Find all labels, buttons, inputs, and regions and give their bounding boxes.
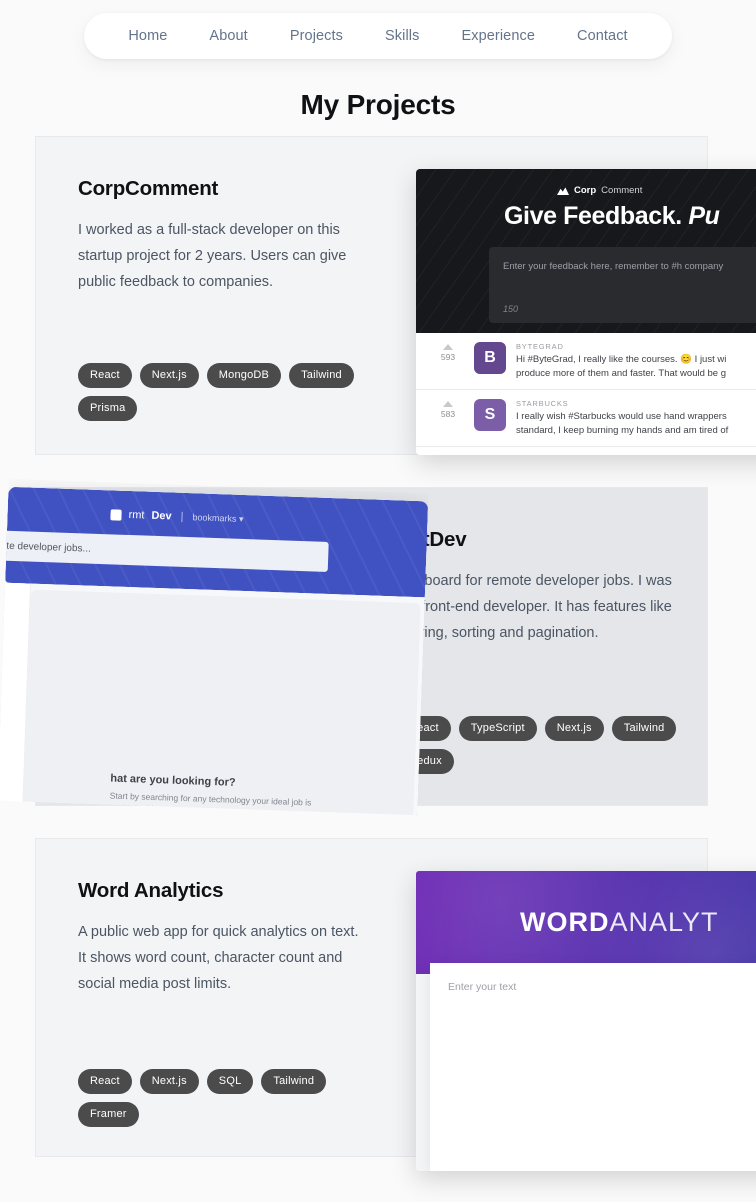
upvote-control[interactable]: 593 <box>432 342 464 362</box>
feedback-body: STARBUCKS I really wish #Starbucks would… <box>516 399 756 437</box>
project-card-rmtdev[interactable]: rmtDev Job board for remote developer jo… <box>0 486 708 816</box>
word-analytics-title: WORDANALYT <box>520 907 719 938</box>
project-tag: Next.js <box>139 1069 199 1094</box>
corpcomment-hero-title: Give Feedback. Pu <box>504 202 720 231</box>
project-tag-list: React Next.js SQL Tailwind Framer <box>78 1069 378 1127</box>
textarea-placeholder: Enter your feedback here, remember to #h… <box>503 261 724 272</box>
corpcomment-logo-light: Comment <box>601 185 643 196</box>
upvote-count: 583 <box>440 409 456 419</box>
project-description: Job board for remote developer jobs. I w… <box>397 573 672 641</box>
corpcomment-logo: Corp Comment <box>557 185 642 196</box>
nav-item-projects[interactable]: Projects <box>269 22 364 50</box>
wa-title-bold: WORD <box>520 907 610 937</box>
corpcomment-feedback-list: 593 B BYTEGRAD Hi #ByteGrad, I really li… <box>416 333 756 455</box>
project-tag: Tailwind <box>261 1069 327 1094</box>
project-description: I worked as a full-stack developer on th… <box>78 222 347 290</box>
project-tag: Tailwind <box>611 716 677 741</box>
project-tag: Framer <box>78 1102 139 1127</box>
upvote-control[interactable]: 583 <box>432 399 464 419</box>
project-title: CorpComment <box>78 177 219 200</box>
feedback-message-line: standard, I keep burning my hands and am… <box>516 424 729 436</box>
project-card-word-analytics[interactable]: Word Analytics A public web app for quic… <box>35 838 756 1171</box>
project-card-corpcomment[interactable]: Corp Comment I worked as a full-stack dev… <box>35 136 756 455</box>
rmtdev-empty-state: hat are you looking for? Start by search… <box>109 773 340 816</box>
navigation-bar-wrapper: Home About Projects Skills Experience Co… <box>0 13 756 59</box>
nav-item-skills[interactable]: Skills <box>364 22 440 50</box>
project-title: Word Analytics <box>78 879 224 902</box>
empty-state-subtitle: Start by searching for any technology yo… <box>109 790 312 815</box>
project-screenshot-rmtdev: rmt Dev | bookmarks ▾ te developer jobs..… <box>0 479 429 816</box>
page-title: My Projects <box>300 88 456 120</box>
project-title: rmtDev <box>397 528 467 551</box>
feedback-item[interactable]: 583 S STARBUCKS I really wish #Starbucks… <box>416 390 756 447</box>
corpcomment-hero: Corp Comment Give Feedback. Pu Enter your… <box>416 169 756 333</box>
project-text-block: rmtDev Job board for remote developer jo… <box>397 528 687 646</box>
project-text-block: Word Analytics A public web app for quic… <box>78 879 368 997</box>
feedback-message-line: produce more of them and faster. That wo… <box>516 367 727 379</box>
character-counter: 150 <box>503 304 519 314</box>
project-tag: React <box>78 363 132 388</box>
wa-title-light: ANALYT <box>609 907 719 937</box>
corpcomment-logo-bold: Corp <box>574 185 597 196</box>
project-text-block: CorpComment I worked as a full-stack dev… <box>78 177 368 295</box>
feedback-body: BYTEGRAD Hi #ByteGrad, I really like the… <box>516 342 756 380</box>
project-tag-list: React Next.js MongoDB Tailwind Prisma <box>78 363 378 421</box>
upvote-arrow-icon <box>443 401 453 407</box>
corpcomment-feedback-textarea[interactable]: Enter your feedback here, remember to #h… <box>489 247 756 323</box>
upvote-arrow-icon <box>443 344 453 350</box>
project-card-inner: Word Analytics A public web app for quic… <box>36 839 756 1171</box>
feedback-item[interactable]: 593 B BYTEGRAD Hi #ByteGrad, I really li… <box>416 333 756 390</box>
text-input-placeholder: Enter your text <box>448 981 517 993</box>
rmtdev-window: rmt Dev | bookmarks ▾ te developer jobs..… <box>0 486 429 816</box>
rmtdev-logo-icon <box>110 508 122 521</box>
project-card-inner: Corp Comment I worked as a full-stack dev… <box>36 137 756 455</box>
hero-title-italic: Pu <box>688 202 720 230</box>
nav-item-home[interactable]: Home <box>107 22 188 50</box>
nav-item-contact[interactable]: Contact <box>556 22 649 50</box>
project-tag: React <box>78 1069 132 1094</box>
rmtdev-nav-bookmarks[interactable]: bookmarks ▾ <box>192 512 243 525</box>
rmtdev-header: rmt Dev | bookmarks ▾ te developer jobs..… <box>0 486 429 598</box>
project-tag-list: React TypeScript Next.js Tailwind Redux <box>397 716 697 774</box>
project-card-inner: rmtDev Job board for remote developer jo… <box>0 486 707 816</box>
project-tag: Prisma <box>78 396 138 421</box>
feedback-company: BYTEGRAD <box>516 342 564 351</box>
upvote-count: 593 <box>440 352 456 362</box>
avatar: S <box>474 399 506 431</box>
avatar: B <box>474 342 506 374</box>
project-tag: TypeScript <box>458 716 537 741</box>
feedback-item[interactable] <box>416 447 756 455</box>
feedback-message-line: I really wish #Starbucks would use hand … <box>516 411 727 422</box>
project-tag: SQL <box>206 1069 254 1094</box>
feedback-company: STARBUCKS <box>516 399 569 408</box>
project-screenshot-word-analytics: WORDANALYT Enter your text <box>416 871 756 1171</box>
feedback-message-line: Hi #ByteGrad, I really like the courses.… <box>516 354 727 365</box>
word-analytics-hero: WORDANALYT <box>416 871 756 974</box>
rmtdev-body: hat are you looking for? Start by search… <box>0 582 425 816</box>
rmtdev-logo-bold: Dev <box>151 509 172 523</box>
rmtdev-search-input[interactable]: te developer jobs... <box>0 530 329 572</box>
project-tag: Next.js <box>139 363 199 388</box>
project-tag: Next.js <box>544 716 604 741</box>
rmtdev-logo-light: rmt <box>128 508 145 522</box>
project-tag: Tailwind <box>289 363 354 388</box>
projects-page: Home About Projects Skills Experience Co… <box>0 0 756 1202</box>
project-description: A public web app for quick analytics on … <box>78 924 359 992</box>
nav-item-about[interactable]: About <box>188 22 268 50</box>
rmtdev-logo: rmt Dev | bookmarks ▾ <box>110 508 244 525</box>
word-analytics-input-card[interactable]: Enter your text <box>430 963 756 1171</box>
nav-item-experience[interactable]: Experience <box>440 22 556 50</box>
project-tag: MongoDB <box>206 363 282 388</box>
mountain-icon <box>557 187 569 195</box>
project-screenshot-corpcomment: Corp Comment Give Feedback. Pu Enter your… <box>416 169 756 455</box>
hero-title-bold: Give Feedback. <box>504 202 682 230</box>
divider: | <box>180 510 184 523</box>
navigation-bar: Home About Projects Skills Experience Co… <box>84 13 672 59</box>
